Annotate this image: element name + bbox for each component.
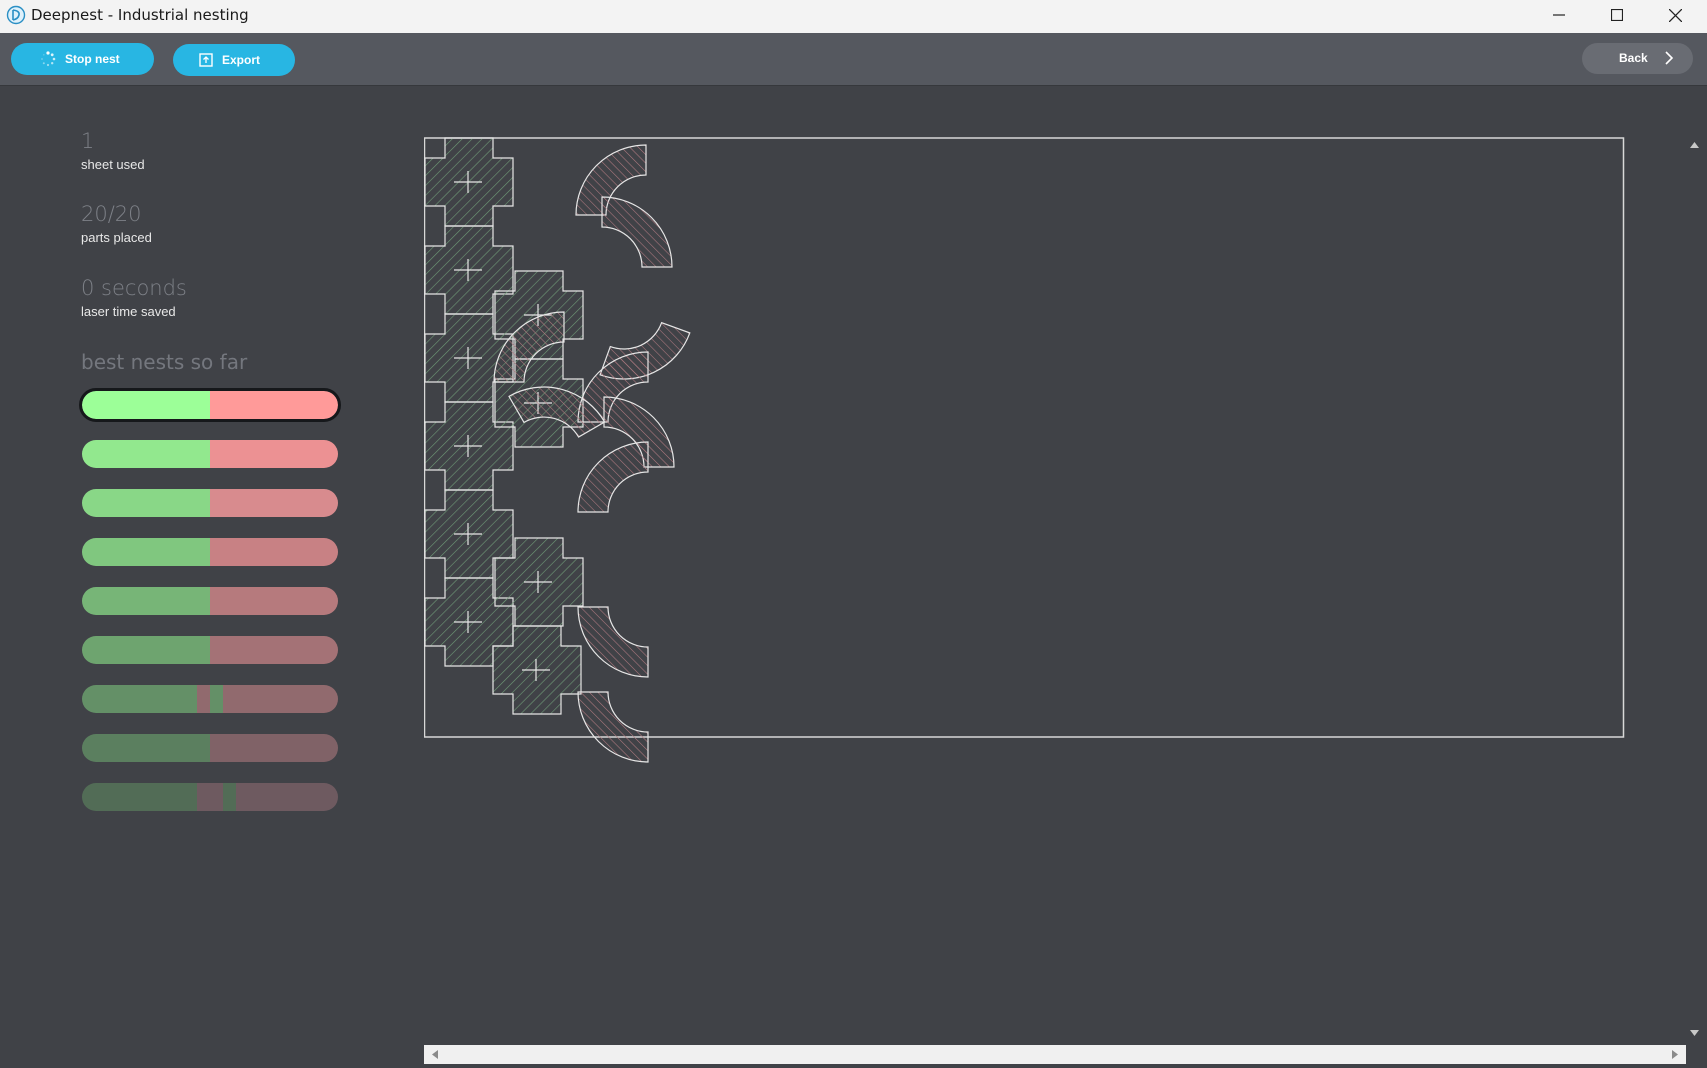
nest-fit-segment: [82, 489, 210, 517]
nest-fit-segment: [82, 685, 198, 713]
best-nest-bar[interactable]: [82, 440, 338, 468]
stop-nest-label: Stop nest: [65, 52, 120, 66]
nest-fit-segment: [209, 685, 223, 713]
scroll-up-icon[interactable]: [1690, 142, 1699, 148]
nest-fit-segment: [82, 636, 210, 664]
title-bar: Deepnest - Industrial nesting: [0, 0, 1707, 33]
chevron-right-icon: [1665, 51, 1674, 65]
best-nest-bar[interactable]: [82, 783, 338, 811]
maximize-button[interactable]: [1588, 0, 1646, 30]
nest-waste-segment: [210, 587, 338, 615]
best-nest-bar[interactable]: [79, 388, 341, 422]
nest-waste-segment: [210, 440, 338, 468]
scroll-down-icon[interactable]: [1690, 1030, 1699, 1036]
arc-part: [577, 691, 649, 763]
export-button[interactable]: Export: [173, 44, 295, 76]
vertical-scrollbar[interactable]: [1686, 137, 1703, 1044]
window-title: Deepnest - Industrial nesting: [31, 6, 249, 24]
nest-waste-segment: [210, 391, 338, 419]
nest-waste-segment: [210, 538, 338, 566]
export-icon: [199, 53, 213, 67]
arc-part: [577, 441, 649, 513]
nest-fit-segment: [82, 587, 210, 615]
deepnest-logo-icon: [6, 5, 26, 25]
nest-viewport[interactable]: [424, 137, 1684, 1044]
back-button[interactable]: Back: [1582, 43, 1693, 74]
nest-fit-segment: [82, 440, 210, 468]
arc-part: [601, 196, 673, 268]
best-nest-bar[interactable]: [82, 685, 338, 713]
nest-fit-segment: [82, 783, 198, 811]
horizontal-scrollbar[interactable]: [424, 1045, 1686, 1064]
best-nest-bar[interactable]: [82, 538, 338, 566]
laser-time-value: 0 seconds: [81, 276, 187, 300]
scroll-left-icon[interactable]: [432, 1050, 438, 1059]
spinner-icon: [40, 51, 56, 67]
best-nest-bar[interactable]: [82, 734, 338, 762]
scroll-right-icon[interactable]: [1672, 1050, 1678, 1059]
minimize-button[interactable]: [1530, 0, 1588, 30]
nest-waste-segment: [197, 783, 223, 811]
back-label: Back: [1619, 51, 1648, 65]
parts-placed-label: parts placed: [81, 230, 152, 245]
nest-sheet-canvas: [424, 137, 1625, 763]
best-nest-bar[interactable]: [82, 636, 338, 664]
best-nest-bar[interactable]: [82, 489, 338, 517]
nest-waste-segment: [210, 489, 338, 517]
toolbar: Stop nest Export Back: [0, 33, 1707, 86]
nest-fit-segment: [82, 391, 210, 419]
nest-waste-segment: [210, 734, 338, 762]
nest-waste-segment: [197, 685, 210, 713]
nest-waste-segment: [222, 685, 338, 713]
export-label: Export: [222, 53, 261, 67]
nest-fit-segment: [222, 783, 236, 811]
sheets-used-label: sheet used: [81, 157, 145, 172]
stop-nest-button[interactable]: Stop nest: [11, 43, 154, 75]
best-nest-bar[interactable]: [82, 587, 338, 615]
best-nests-heading: best nests so far: [81, 350, 248, 374]
close-button[interactable]: [1646, 0, 1704, 30]
nest-fit-segment: [82, 734, 210, 762]
parts-placed-value: 20/20: [81, 202, 142, 226]
nest-waste-segment: [210, 636, 338, 664]
close-icon: [1668, 8, 1682, 22]
arc-part: [577, 606, 649, 678]
nest-fit-segment: [82, 538, 210, 566]
minimize-icon: [1553, 14, 1565, 16]
maximize-icon: [1611, 9, 1623, 21]
laser-time-label: laser time saved: [81, 304, 176, 319]
sheets-used-value: 1: [81, 129, 95, 153]
nest-waste-segment: [235, 783, 338, 811]
